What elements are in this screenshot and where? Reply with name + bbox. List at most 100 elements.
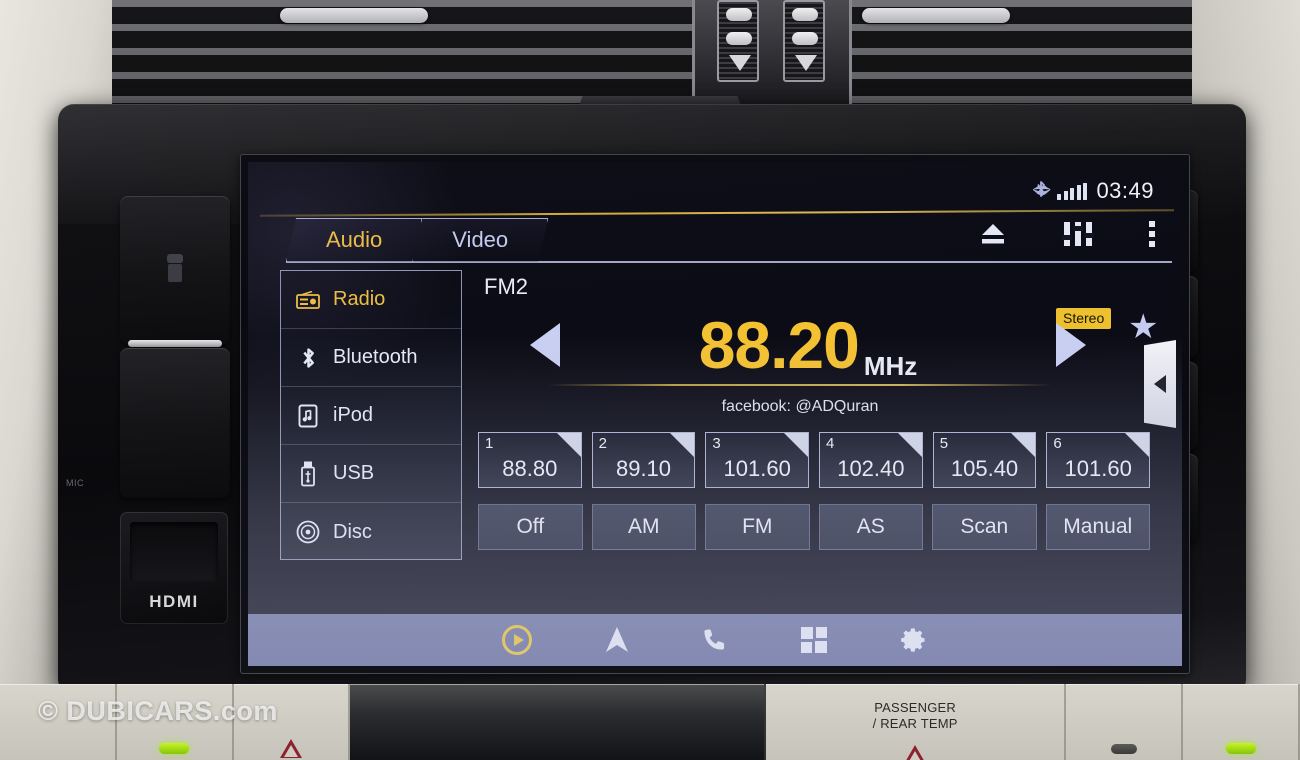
mode-label-manual: Manual — [1063, 515, 1133, 538]
vent-louver-left[interactable] — [280, 8, 428, 23]
mode-button-as[interactable]: AS — [818, 504, 923, 550]
preset-corner-1 — [556, 433, 581, 457]
mode-button-off[interactable]: Off — [478, 504, 583, 550]
preset-value-2: 89.10 — [615, 456, 672, 481]
preset-button-3[interactable]: 3 101.60 — [705, 432, 810, 488]
seat-icon — [158, 250, 192, 290]
preset-value-4: 102.40 — [837, 456, 905, 481]
source-item-bluetooth[interactable]: Bluetooth — [281, 329, 461, 387]
tab-audio[interactable]: Audio — [286, 218, 422, 262]
vent-slider-knob-a — [726, 8, 752, 21]
more-options-icon[interactable] — [1148, 220, 1156, 248]
preset-button-1[interactable]: 1 88.80 — [478, 432, 582, 488]
preset-number-1: 1 — [485, 435, 494, 452]
settings-icon — [900, 628, 928, 658]
mode-button-fm[interactable]: FM — [705, 504, 810, 550]
equalizer-icon[interactable] — [1062, 220, 1094, 248]
vent-slider-left[interactable] — [717, 0, 759, 82]
left-upper-button[interactable] — [120, 196, 230, 347]
preset-button-4[interactable]: 4 102.40 — [819, 432, 923, 488]
source-label-disc: Disc — [333, 520, 372, 543]
watermark: © DUBICARS.com — [38, 696, 278, 726]
apps-icon — [800, 627, 828, 658]
indicator-led-2 — [1110, 744, 1137, 754]
dash-button-6[interactable] — [1183, 684, 1300, 760]
tune-down-button[interactable] — [530, 323, 560, 367]
vent-slider-right[interactable] — [783, 0, 825, 82]
preset-value-6: 101.60 — [1064, 456, 1132, 481]
source-label-radio: Radio — [333, 288, 386, 310]
signal-bars-icon — [1057, 182, 1088, 200]
play-triangle — [513, 634, 524, 646]
nav-media-button[interactable] — [502, 625, 532, 655]
vent-slats — [112, 0, 1192, 104]
temp-up-icon — [904, 745, 927, 760]
hdmi-port[interactable]: HDMI — [120, 512, 228, 624]
preset-number-3: 3 — [712, 435, 721, 452]
mode-label-am: AM — [628, 515, 660, 538]
preset-corner-6 — [1125, 433, 1150, 457]
preset-value-5: 105.40 — [950, 456, 1019, 481]
tab-video-label: Video — [452, 227, 509, 252]
bluetooth-icon — [295, 346, 321, 370]
source-item-radio[interactable]: Radio — [281, 271, 461, 329]
header-divider — [260, 209, 1174, 217]
source-item-usb[interactable]: USB — [281, 445, 461, 503]
vent-louver-right[interactable] — [862, 8, 1010, 23]
frequency-unit: MHz — [863, 351, 918, 381]
indicator-led-1 — [159, 743, 190, 754]
tab-video[interactable]: Video — [412, 218, 548, 262]
preset-button-2[interactable]: 2 89.10 — [591, 432, 696, 488]
preset-number-5: 5 — [939, 435, 949, 452]
tab-audio-label: Audio — [326, 227, 383, 252]
frequency-underline — [548, 384, 1052, 386]
screenshot-root: MIC HDMI 🗢 03:49 Audio Video Radio Bluet… — [0, 0, 1300, 760]
passenger-temp-line1: PASSENGER — [874, 700, 956, 716]
hdmi-label: HDMI — [149, 592, 199, 611]
source-item-disc[interactable]: Disc — [281, 503, 461, 561]
preset-button-5[interactable]: 5 105.40 — [932, 432, 1037, 488]
mode-button-manual[interactable]: Manual — [1045, 504, 1150, 550]
preset-corner-2 — [670, 433, 695, 457]
mode-button-am[interactable]: AM — [591, 504, 696, 550]
side-panel-handle[interactable] — [1144, 340, 1176, 428]
nav-phone-button[interactable] — [702, 626, 728, 654]
passenger-rear-temp-button[interactable]: PASSENGER / REAR TEMP — [765, 684, 1067, 760]
preset-value-1: 88.80 — [502, 456, 558, 481]
mode-button-scan[interactable]: Scan — [932, 504, 1037, 550]
vent-slider-knob-d — [792, 32, 818, 45]
air-vent-strip — [112, 0, 1192, 104]
nav-apps-button[interactable] — [800, 626, 828, 654]
head-unit-housing: MIC HDMI 🗢 03:49 Audio Video Radio Bluet… — [58, 104, 1246, 690]
hazard-icon — [280, 739, 303, 758]
usb-icon — [295, 461, 321, 487]
bottom-nav-bar — [248, 614, 1182, 666]
left-lower-button[interactable] — [120, 348, 230, 498]
eject-icon[interactable] — [978, 221, 1008, 247]
nav-navigation-button[interactable] — [604, 626, 630, 654]
phone-icon — [702, 629, 728, 658]
dash-button-5[interactable] — [1066, 684, 1184, 760]
header-actions — [978, 220, 1156, 248]
band-label: FM2 — [484, 274, 528, 299]
chevron-left-icon — [1154, 375, 1166, 393]
preset-corner-5 — [1011, 433, 1036, 457]
vent-slider-knob-c — [792, 8, 818, 21]
tune-up-button[interactable] — [1056, 323, 1086, 367]
source-label-ipod: iPod — [333, 404, 374, 426]
preset-button-6[interactable]: 6 101.60 — [1046, 432, 1151, 488]
frequency-value: 88.20 — [698, 308, 860, 382]
nav-settings-button[interactable] — [900, 626, 928, 654]
mode-label-off: Off — [516, 515, 545, 538]
infotainment-screen: 🗢 03:49 Audio Video Radio Bluetooth iPod… — [248, 162, 1182, 666]
preset-number-4: 4 — [826, 435, 835, 452]
ipod-icon — [295, 404, 321, 428]
vent-center-console — [692, 0, 852, 104]
source-item-ipod[interactable]: iPod — [281, 387, 461, 445]
indicator-led-3 — [1225, 743, 1256, 754]
rds-text: facebook: @ADQuran — [721, 398, 879, 415]
vent-slider-knob-b — [726, 32, 752, 45]
navigation-icon — [604, 627, 630, 658]
star-icon[interactable]: ★ — [1128, 310, 1158, 344]
clock: 03:49 — [1096, 178, 1154, 203]
